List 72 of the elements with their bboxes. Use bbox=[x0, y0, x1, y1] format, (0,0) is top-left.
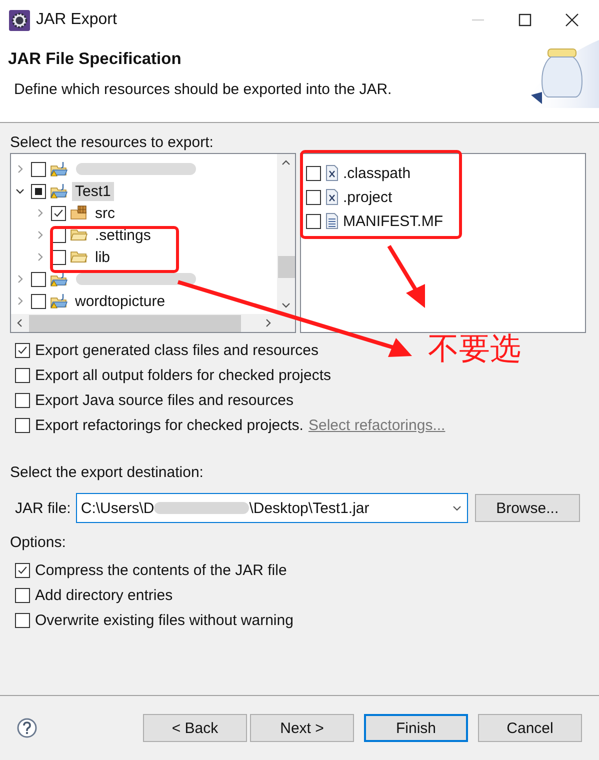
section-label: Options: bbox=[10, 533, 67, 553]
checkmark-icon bbox=[16, 344, 29, 357]
checkbox[interactable] bbox=[15, 418, 30, 433]
window-title: JAR Export bbox=[36, 11, 118, 29]
checkbox[interactable] bbox=[15, 613, 30, 628]
field-label: JAR file: bbox=[15, 500, 71, 516]
section-label: Select the resources to export: bbox=[10, 133, 214, 153]
checkbox[interactable] bbox=[306, 190, 321, 204]
dialog-button[interactable]: < Back bbox=[143, 714, 247, 742]
option-label[interactable]: Export generated class files and resources bbox=[35, 342, 318, 359]
project-folder-icon bbox=[50, 293, 68, 309]
folder-icon bbox=[70, 249, 88, 265]
option-label[interactable]: Compress the contents of the JAR file bbox=[35, 562, 287, 579]
scroll-left-icon[interactable] bbox=[15, 318, 25, 328]
xml-file-icon bbox=[326, 165, 338, 181]
checkmark-icon bbox=[16, 564, 29, 577]
checkbox[interactable] bbox=[306, 166, 321, 180]
page-title: JAR File Specification bbox=[8, 50, 182, 69]
select-refactorings-link[interactable]: Select refactorings... bbox=[308, 417, 446, 434]
help-icon[interactable] bbox=[17, 718, 37, 738]
checkbox[interactable] bbox=[31, 294, 46, 308]
option-label[interactable]: Export refactorings for checked projects. bbox=[35, 417, 304, 434]
maximize-icon[interactable] bbox=[518, 13, 532, 27]
file-list[interactable]: .classpath .project MANIFEST.MF bbox=[300, 153, 586, 333]
folder-icon bbox=[70, 227, 88, 243]
expander-icon[interactable] bbox=[15, 186, 25, 196]
file-item[interactable]: .project bbox=[343, 188, 392, 206]
browse-button[interactable]: Browse... bbox=[474, 494, 580, 522]
dialog-button[interactable]: Finish bbox=[364, 714, 468, 742]
project-folder-icon bbox=[50, 271, 68, 287]
project-folder-icon bbox=[50, 161, 68, 177]
checkbox[interactable] bbox=[51, 206, 66, 220]
dialog-button[interactable]: Cancel bbox=[478, 714, 582, 742]
option-label[interactable]: Add directory entries bbox=[35, 587, 173, 604]
file-item[interactable]: .classpath bbox=[343, 164, 411, 182]
checkbox[interactable] bbox=[31, 272, 46, 286]
checkbox[interactable] bbox=[31, 184, 46, 198]
horizontal-scrollbar[interactable] bbox=[11, 314, 295, 332]
jar-file-field[interactable]: C:\Users\D \Desktop\Test1.jar bbox=[76, 493, 468, 523]
tree-item[interactable]: src bbox=[92, 204, 118, 222]
scroll-right-icon[interactable] bbox=[263, 318, 273, 328]
checkbox[interactable] bbox=[15, 588, 30, 603]
tree-item[interactable]: .settings bbox=[92, 226, 154, 244]
project-folder-icon bbox=[50, 183, 68, 199]
annotation-note: 不要选 bbox=[428, 330, 521, 369]
text-file-icon bbox=[326, 213, 338, 229]
checkbox[interactable] bbox=[15, 368, 30, 383]
resource-tree[interactable]: Test1 src .settings lib wordtopicture bbox=[10, 153, 296, 333]
tree-item[interactable]: Test1 bbox=[72, 182, 114, 200]
option-label[interactable]: Export Java source files and resources bbox=[35, 392, 294, 409]
checkbox[interactable] bbox=[15, 343, 30, 358]
app-icon bbox=[9, 10, 30, 30]
caret-icon[interactable] bbox=[452, 503, 462, 513]
tree-item[interactable]: wordtopicture bbox=[72, 292, 168, 310]
checkbox[interactable] bbox=[15, 393, 30, 408]
scroll-down-icon[interactable] bbox=[281, 300, 291, 310]
close-icon[interactable] bbox=[565, 13, 579, 27]
section-label: Select the export destination: bbox=[10, 463, 204, 483]
option-label[interactable]: Export all output folders for checked projects bbox=[35, 367, 331, 384]
checkbox[interactable] bbox=[306, 214, 321, 228]
vertical-scrollbar[interactable] bbox=[277, 154, 295, 314]
checkbox[interactable] bbox=[15, 563, 30, 578]
scroll-thumb[interactable] bbox=[29, 314, 241, 332]
package-folder-icon bbox=[70, 205, 88, 221]
tree-item[interactable]: lib bbox=[92, 248, 114, 266]
checkbox[interactable] bbox=[31, 162, 46, 176]
xml-file-icon bbox=[326, 189, 338, 205]
file-item[interactable]: MANIFEST.MF bbox=[343, 212, 443, 230]
option-label[interactable]: Overwrite existing files without warning bbox=[35, 612, 294, 629]
page-description: Define which resources should be exported into the JAR. bbox=[13, 81, 393, 98]
dialog-button[interactable]: Next > bbox=[250, 714, 354, 742]
scroll-thumb[interactable] bbox=[278, 256, 294, 278]
